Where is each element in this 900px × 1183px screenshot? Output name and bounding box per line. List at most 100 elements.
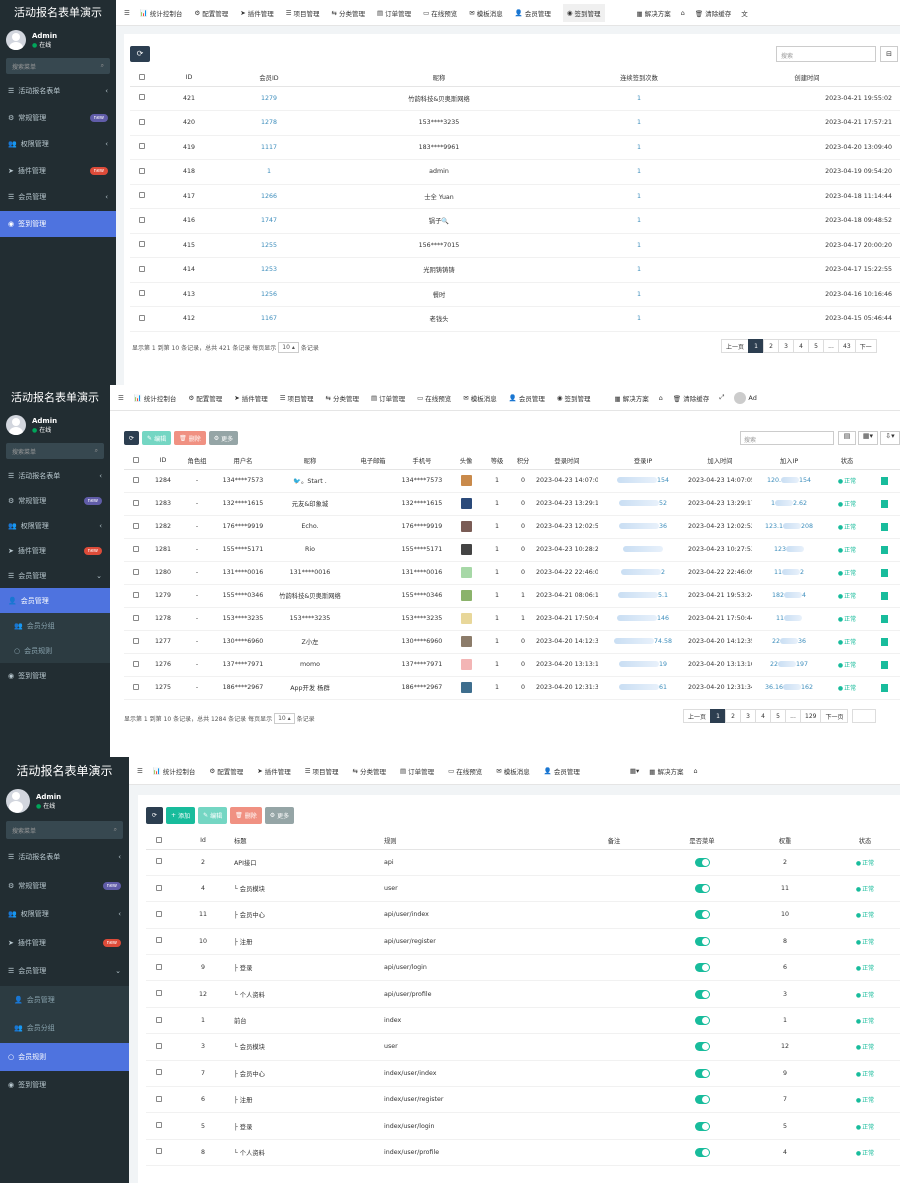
column-header[interactable]: 昵称 [270, 453, 350, 470]
toggle-view-icon[interactable]: ▤ [838, 431, 856, 445]
fullscreen-icon[interactable]: ⤢ [719, 393, 724, 402]
menu-search-input[interactable]: 搜索菜单 ⌕ [6, 443, 104, 459]
select-all-checkbox[interactable] [130, 70, 154, 87]
nav-tab[interactable]: ⇆ 分类管理 [326, 393, 359, 403]
page-jump-input[interactable] [852, 709, 877, 723]
column-header[interactable]: ID [148, 453, 178, 470]
cell-is-menu[interactable] [664, 901, 740, 929]
table-row[interactable]: 413 1256 餐时 1 2023-04-16 10:16:46 [130, 282, 900, 307]
nav-tab[interactable]: ✉ 模板消息 [496, 766, 529, 776]
home-icon[interactable]: ⌂ [659, 394, 663, 402]
sidebar-item[interactable]: ⚙ 常规管理 new [0, 872, 129, 901]
column-header[interactable]: 创建时间 [714, 70, 900, 87]
table-row[interactable]: 412 1167 老钱头 1 2023-04-15 05:46:44 [130, 306, 900, 332]
sidebar-item[interactable]: ☰ 会员管理 ⌄ [0, 563, 110, 588]
cell-is-menu[interactable] [664, 849, 740, 876]
page-button[interactable]: 43 [838, 339, 856, 353]
column-header[interactable]: 头像 [448, 453, 484, 470]
row-edit-button[interactable] [880, 660, 888, 669]
table-row[interactable]: 421 1279 竹韵科技&贝奥斯网络 1 2023-04-21 19:55:02 [130, 86, 900, 111]
menu-toggle-switch[interactable] [694, 1147, 710, 1157]
row-edit-button[interactable] [880, 591, 888, 600]
row-edit-button[interactable] [880, 476, 888, 485]
row-checkbox[interactable] [146, 849, 172, 876]
column-header[interactable]: 登录时间 [536, 453, 598, 470]
row-checkbox[interactable] [130, 257, 154, 283]
solutions-link[interactable]: ▦ 解决方案 [637, 8, 671, 18]
table-cell[interactable]: 1747 [224, 208, 314, 234]
cell-actions[interactable] [868, 561, 900, 585]
table-row[interactable]: 8 └ 个人资料 index/user/profile 4 正常 [146, 1139, 900, 1167]
row-checkbox[interactable] [124, 492, 148, 516]
table-row[interactable]: 4 └ 会员模块 user 11 正常 [146, 875, 900, 903]
nav-tab[interactable]: ▤ 订单管理 [400, 766, 434, 776]
nav-tab[interactable]: ▤ 订单管理 [377, 4, 411, 22]
cell-actions[interactable] [868, 515, 900, 539]
row-checkbox[interactable] [124, 561, 148, 585]
nav-tab[interactable]: 📊 统计控制台 [134, 393, 177, 403]
table-row[interactable]: 417 1266 士全 Yuan 1 2023-04-18 11:14:44 [130, 184, 900, 209]
table-row[interactable]: 1276 - 137****7971 momo 137****7971 1 0 2023-04… [124, 653, 900, 677]
cell-is-menu[interactable] [664, 928, 740, 956]
table-cell[interactable]: 1 [564, 135, 714, 160]
row-checkbox[interactable] [130, 306, 154, 332]
table-row[interactable]: 6 ├ 注册 index/user/register 7 正常 [146, 1086, 900, 1114]
home-icon[interactable]: ⌂ [681, 9, 685, 17]
table-cell[interactable]: 1 [564, 282, 714, 307]
nav-tab[interactable]: 📊 统计控制台 [153, 766, 196, 776]
sidebar-item[interactable]: ○ 会员规则 [0, 638, 110, 663]
row-checkbox[interactable] [130, 208, 154, 234]
table-row[interactable]: 1278-153****3235 153****3235 153****3235 1 1… [124, 607, 900, 631]
nav-tab[interactable]: ⇆ 分类管理 [332, 4, 365, 22]
cell-is-menu[interactable] [664, 1139, 740, 1167]
column-header[interactable]: ID [154, 70, 224, 87]
edit-button[interactable]: ✎ 编辑 [142, 431, 172, 445]
menu-toggle-switch[interactable] [694, 1068, 710, 1078]
cell-is-menu[interactable] [664, 1060, 740, 1088]
row-edit-button[interactable] [880, 522, 888, 531]
sidebar-item[interactable]: ◉ 签到管理 [0, 1071, 129, 1100]
table-row[interactable]: 415 1255 156****7015 1 2023-04-17 20:00:20 [130, 233, 900, 258]
column-header[interactable]: 权重 [740, 833, 830, 850]
row-checkbox[interactable] [130, 233, 154, 258]
sidebar-item[interactable]: ☰ 活动报名表单 ‹ [0, 78, 116, 105]
nav-tab[interactable]: ➤ 插件管理 [257, 766, 290, 776]
refresh-button[interactable]: ⟳ [130, 46, 150, 62]
sidebar-item[interactable]: ➤ 插件管理 new [0, 929, 129, 958]
menu-toggle-switch[interactable] [694, 884, 710, 894]
column-header[interactable]: 标题 [234, 833, 384, 850]
table-row[interactable]: 2 API接口 api 2 正常 [146, 849, 900, 876]
table-row[interactable]: 9 ├ 登录 api/user/login 6 正常 [146, 954, 900, 982]
page-button[interactable]: 4 [755, 709, 772, 723]
nav-tab[interactable]: ➤ 插件管理 [234, 393, 267, 403]
column-header[interactable]: 会员ID [224, 70, 314, 87]
delete-button[interactable]: 🗑 删除 [174, 431, 206, 445]
edit-button[interactable]: ✎ 编辑 [198, 807, 228, 824]
menu-toggle-switch[interactable] [694, 989, 710, 999]
clear-cache-button[interactable]: 🗑 清除缓存 [673, 393, 709, 403]
export-icon[interactable]: ⊟ [880, 46, 898, 62]
table-cell[interactable]: 1253 [224, 257, 314, 283]
table-row[interactable]: 1280 - 131****0016 131****0016 131****0016 1 0… [124, 561, 900, 585]
select-all-checkbox[interactable] [124, 453, 148, 470]
column-header[interactable]: 积分 [510, 453, 536, 470]
column-header[interactable]: 备注 [564, 833, 664, 850]
nav-tab[interactable]: ▭ 在线预览 [423, 4, 457, 22]
menu-toggle-switch[interactable] [694, 936, 710, 946]
cell-is-menu[interactable] [664, 875, 740, 903]
table-search-input[interactable]: 搜索 [740, 431, 834, 445]
table-cell[interactable]: 1 [564, 86, 714, 111]
column-header[interactable]: Id [172, 833, 234, 850]
table-row[interactable]: 1281 - 155****5171 Rio 155****5171 1 0 2023-04-… [124, 538, 900, 562]
row-checkbox[interactable] [130, 110, 154, 136]
cell-is-menu[interactable] [664, 1112, 740, 1140]
table-cell[interactable]: 1 [564, 110, 714, 136]
row-checkbox[interactable] [146, 1086, 172, 1114]
table-row[interactable]: 1284 - 134****7573 🐦。Start . 134****7573 1 0 20… [124, 469, 900, 493]
cell-is-menu[interactable] [664, 980, 740, 1008]
row-checkbox[interactable] [124, 469, 148, 493]
table-cell[interactable]: 1 [564, 257, 714, 283]
sidebar-item[interactable]: ◉ 签到管理 [0, 210, 116, 237]
menu-toggle-switch[interactable] [694, 1042, 710, 1052]
cell-actions[interactable] [868, 630, 900, 654]
